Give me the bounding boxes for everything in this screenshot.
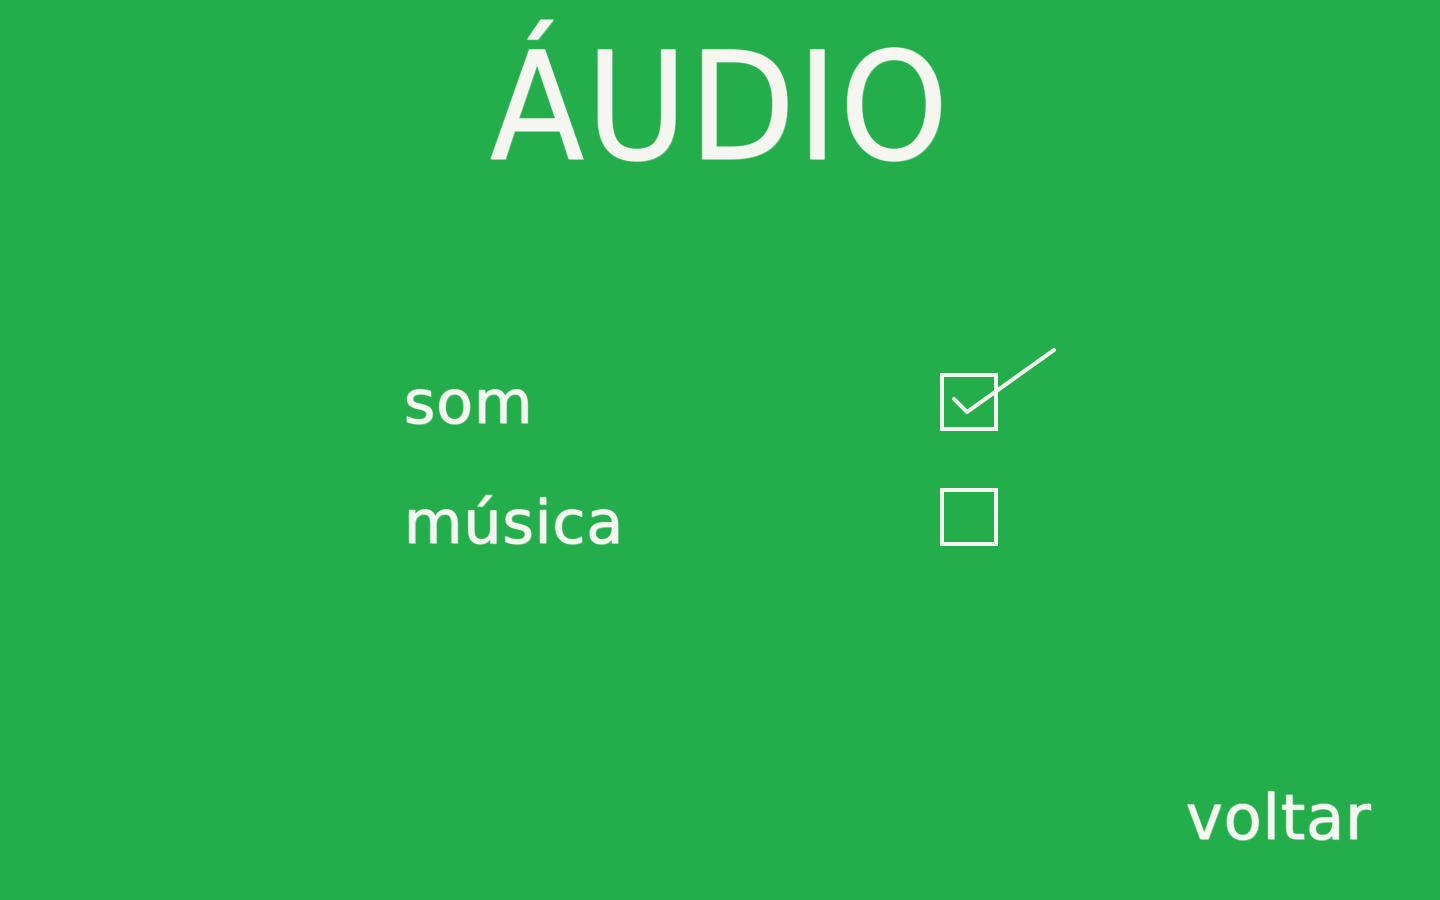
sound-checkbox[interactable] xyxy=(940,348,1056,431)
page-title: ÁUDIO xyxy=(489,21,951,196)
checkbox-border xyxy=(940,488,998,546)
sound-option-label: som xyxy=(403,368,534,439)
checkbox-border xyxy=(940,373,998,431)
music-option-label: música xyxy=(403,488,625,559)
sound-checkbox-box xyxy=(940,348,1056,431)
checkmark-icon xyxy=(952,348,1056,414)
music-checkbox[interactable] xyxy=(940,488,998,546)
music-checkbox-box xyxy=(940,488,998,546)
audio-settings-screen: ÁUDIO som música voltar xyxy=(0,0,1440,900)
back-button[interactable]: voltar xyxy=(1186,780,1372,856)
